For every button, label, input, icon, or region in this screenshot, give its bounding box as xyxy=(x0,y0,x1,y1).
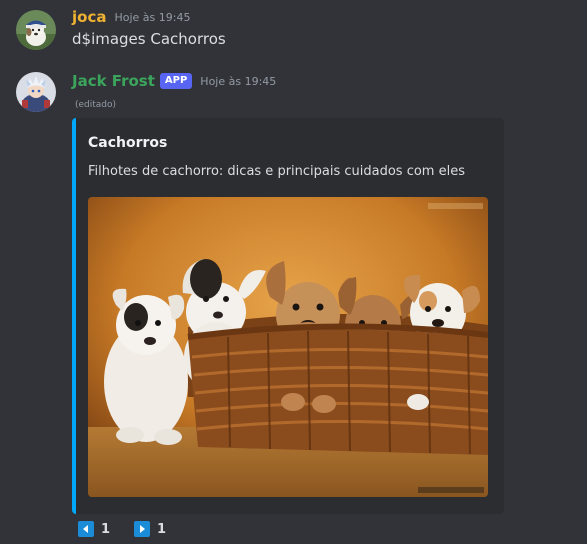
timestamp[interactable]: Hoje às 19:45 xyxy=(114,11,190,24)
previous-count: 1 xyxy=(101,521,111,537)
embed-description: Filhotes de cachorro: dicas e principais… xyxy=(88,164,465,179)
embed-image[interactable] xyxy=(88,197,488,497)
next-count: 1 xyxy=(157,521,167,537)
edited-label: (editado) xyxy=(75,100,117,110)
previous-button[interactable]: 1 xyxy=(78,519,110,539)
puppies-in-basket-image xyxy=(88,197,488,497)
next-button[interactable]: 1 xyxy=(134,519,166,539)
timestamp[interactable]: Hoje às 19:45 xyxy=(200,75,276,88)
avatar[interactable] xyxy=(16,10,56,50)
arrow-right-icon xyxy=(134,521,151,537)
username[interactable]: joca xyxy=(72,8,106,26)
chat-messages: joca Hoje às 19:45 d$images Cachorros Ja… xyxy=(0,0,587,544)
dog-avatar-icon xyxy=(16,10,56,50)
message-header: Jack Frost APP Hoje às 19:45 xyxy=(72,70,276,92)
embed: Cachorros Filhotes de cachorro: dicas e … xyxy=(72,118,504,514)
embed-accent-bar xyxy=(72,118,76,514)
avatar[interactable] xyxy=(16,72,56,112)
app-badge: APP xyxy=(159,73,193,89)
pagination-controls: 1 1 xyxy=(78,519,190,539)
bot-avatar-icon xyxy=(16,72,56,112)
message-content: d$images Cachorros xyxy=(72,30,226,48)
message-header: joca Hoje às 19:45 xyxy=(72,6,190,28)
username[interactable]: Jack Frost xyxy=(72,72,155,90)
arrow-left-icon xyxy=(78,521,94,537)
embed-title: Cachorros xyxy=(88,135,168,151)
